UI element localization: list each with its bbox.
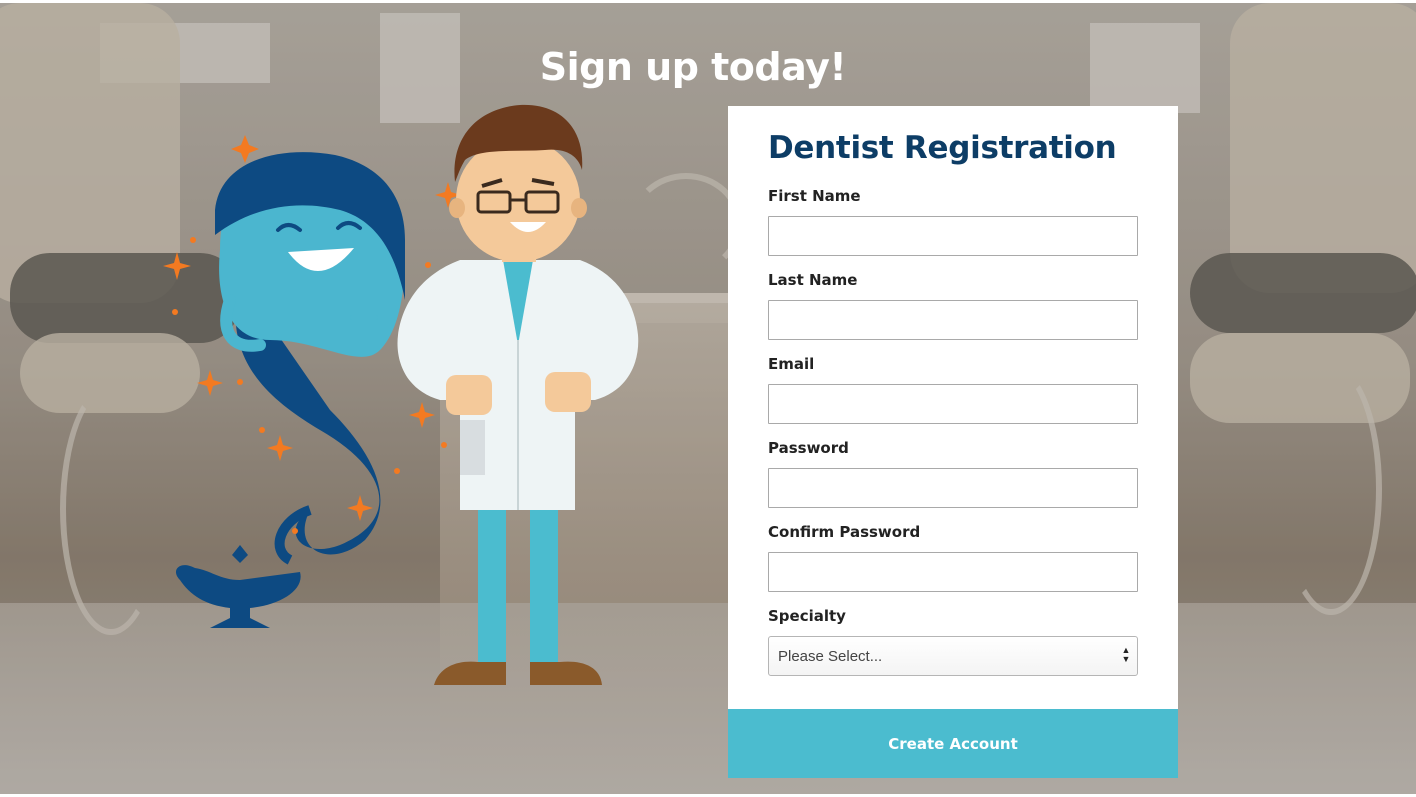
last-name-label: Last Name (768, 271, 858, 289)
registration-form: Dentist Registration First Name Last Nam… (728, 106, 1178, 778)
first-name-input[interactable] (768, 216, 1138, 256)
last-name-input[interactable] (768, 300, 1138, 340)
last-name-group: Last Name (768, 270, 1138, 340)
dentist-character (397, 104, 639, 685)
create-account-button[interactable]: Create Account (728, 709, 1178, 778)
password-label: Password (768, 439, 849, 457)
genie-character (215, 152, 405, 565)
specialty-selected-value: Please Select... (778, 648, 883, 665)
first-name-group: First Name (768, 186, 1138, 256)
email-input[interactable] (768, 384, 1138, 424)
password-group: Password (768, 438, 1138, 508)
confirm-password-label: Confirm Password (768, 523, 921, 541)
confirm-password-input[interactable] (768, 552, 1138, 592)
page-headline: Sign up today! (539, 45, 847, 90)
email-group: Email (768, 354, 1138, 424)
mascot-illustration (163, 104, 639, 685)
first-name-label: First Name (768, 187, 861, 205)
specialty-group: Specialty Please Select... ▲ ▼ (768, 606, 1138, 676)
specialty-label: Specialty (768, 607, 846, 625)
email-label: Email (768, 355, 815, 373)
specialty-select[interactable]: Please Select... ▲ ▼ (768, 636, 1138, 676)
select-arrows-icon: ▲ ▼ (1121, 645, 1131, 664)
password-input[interactable] (768, 468, 1138, 508)
confirm-password-group: Confirm Password (768, 522, 1138, 592)
form-title: Dentist Registration (768, 130, 1117, 166)
